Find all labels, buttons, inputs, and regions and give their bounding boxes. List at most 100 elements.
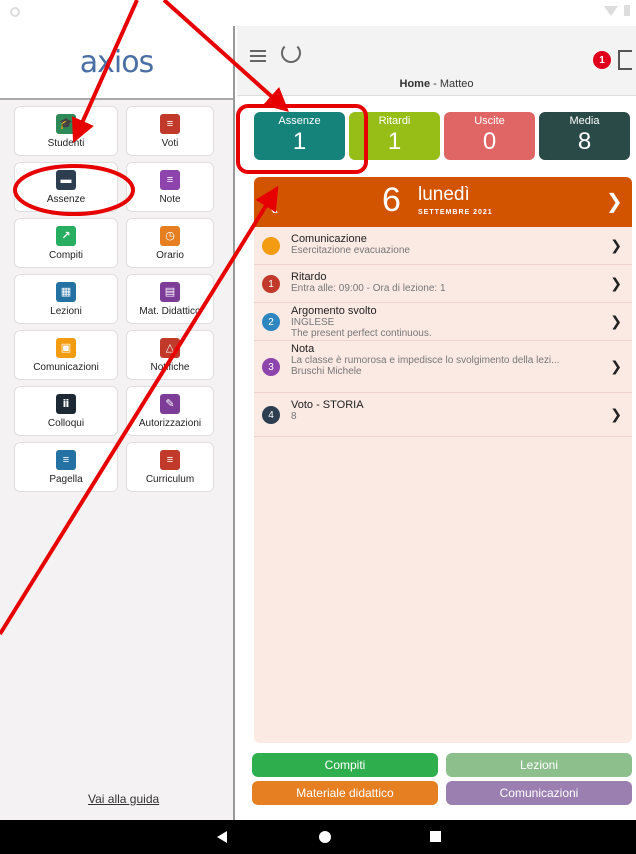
main-panel: 1 Home - Matteo Assenze 1 Ritardi 1 Uscite 0 M… bbox=[237, 26, 636, 820]
back-icon[interactable] bbox=[217, 831, 227, 843]
menu-grid: 🎓 Studenti ≡ Voti ▬ Assenze ≡ Note ↗ Compiti ◷ Orar… bbox=[14, 106, 214, 492]
graduation-cap-icon: 🎓 bbox=[56, 113, 76, 134]
event-title: Voto - STORIA bbox=[291, 399, 364, 411]
tile-notifiche[interactable]: △ Notifiche bbox=[126, 330, 214, 380]
stat-card-assenze[interactable]: Assenze 1 bbox=[254, 112, 345, 160]
tile-label: Notifiche bbox=[150, 361, 190, 373]
tile-label: Assenze bbox=[46, 193, 86, 205]
tile-label: Compiti bbox=[49, 249, 83, 261]
event-title: Comunicazione bbox=[291, 233, 367, 245]
tile-orario[interactable]: ◷ Orario bbox=[126, 218, 214, 268]
tile-voti[interactable]: ≡ Voti bbox=[126, 106, 214, 156]
tile-mat-didattico[interactable]: ▤ Mat. Didattico bbox=[126, 274, 214, 324]
stat-card-ritardi[interactable]: Ritardi 1 bbox=[349, 112, 440, 160]
month-year: SETTEMBRE 2021 bbox=[418, 209, 493, 216]
notification-badge[interactable]: 1 bbox=[593, 51, 611, 69]
list-item[interactable]: 1 Ritardo Entra alle: 09:00 - Ora di lezio… bbox=[254, 265, 632, 303]
app-logo-text: axios bbox=[79, 44, 154, 80]
event-text: Nota La classe è rumorosa e impedisce lo … bbox=[291, 343, 611, 377]
event-detail: La classe è rumorosa e impedisce lo svol… bbox=[291, 355, 560, 366]
bottom-buttons: Compiti Lezioni Materiale didattico Comunic… bbox=[252, 753, 634, 805]
tile-label: Pagella bbox=[49, 473, 83, 485]
tile-assenze[interactable]: ▬ Assenze bbox=[14, 162, 118, 212]
next-day-button[interactable]: ❯ bbox=[606, 189, 623, 214]
curriculum-icon: ≡ bbox=[160, 449, 180, 470]
people-icon: ⅱ bbox=[56, 393, 76, 414]
chevron-right-icon: ❯ bbox=[610, 237, 622, 253]
page-title-section: Home bbox=[399, 78, 431, 90]
event-detail: Esercitazione evacuazione bbox=[291, 245, 410, 256]
prev-day-button[interactable]: ❮ bbox=[264, 189, 281, 214]
event-title: Ritardo bbox=[291, 271, 327, 283]
events-list: Comunicazione Esercitazione evacuazione ❯ 1… bbox=[254, 227, 632, 743]
chevron-right-icon: ❯ bbox=[610, 275, 622, 291]
battery-icon bbox=[624, 5, 630, 16]
menu-icon[interactable] bbox=[250, 50, 266, 62]
page-title: Home - Matteo bbox=[237, 78, 636, 90]
tile-studenti[interactable]: 🎓 Studenti bbox=[14, 106, 118, 156]
event-text: Argomento svolto INGLESE The present perfe… bbox=[291, 305, 611, 339]
tile-curriculum[interactable]: ≡ Curriculum bbox=[126, 442, 214, 492]
lezioni-button[interactable]: Lezioni bbox=[446, 753, 632, 777]
list-item[interactable]: Comunicazione Esercitazione evacuazione ❯ bbox=[254, 227, 632, 265]
tile-label: Colloqui bbox=[47, 417, 85, 429]
chevron-right-icon: ❯ bbox=[610, 406, 622, 422]
top-bar: 1 Home - Matteo bbox=[237, 26, 636, 96]
stat-label: Media bbox=[569, 115, 600, 127]
comunicazioni-button[interactable]: Comunicazioni bbox=[446, 781, 632, 805]
guide-link[interactable]: Vai alla guida bbox=[88, 792, 159, 806]
home-icon[interactable] bbox=[319, 831, 331, 843]
signature-icon: ✎ bbox=[160, 393, 180, 414]
tile-colloqui[interactable]: ⅱ Colloqui bbox=[14, 386, 118, 436]
day-name: lunedì bbox=[418, 184, 470, 205]
stat-value: 1 bbox=[387, 128, 402, 155]
tile-autorizzazioni[interactable]: ✎ Autorizzazioni bbox=[126, 386, 214, 436]
stat-value: 0 bbox=[482, 128, 497, 155]
stat-label: Ritardi bbox=[378, 115, 411, 127]
list-item[interactable]: 3 Nota La classe è rumorosa e impedisce lo… bbox=[254, 341, 632, 393]
stat-label: Assenze bbox=[278, 115, 321, 127]
tile-label: Comunicazioni bbox=[33, 361, 99, 373]
stats-row: Assenze 1 Ritardi 1 Uscite 0 Media 8 bbox=[254, 112, 634, 160]
recent-apps-icon[interactable] bbox=[430, 831, 441, 842]
tile-label: Mat. Didattico bbox=[139, 305, 201, 317]
tile-label: Note bbox=[159, 193, 181, 205]
bed-icon: ▬ bbox=[56, 169, 76, 190]
event-badge: 1 bbox=[262, 275, 280, 293]
tile-label: Autorizzazioni bbox=[138, 417, 202, 429]
tile-compiti[interactable]: ↗ Compiti bbox=[14, 218, 118, 268]
document-icon: ▣ bbox=[56, 337, 76, 358]
status-bar bbox=[0, 0, 636, 26]
sidebar: axios 🎓 Studenti ≡ Voti ▬ Assenze ≡ Note ↗ Compit… bbox=[0, 26, 235, 820]
event-detail-2: The present perfect continuous. bbox=[291, 328, 432, 339]
event-text: Comunicazione Esercitazione evacuazione bbox=[291, 233, 611, 256]
chevron-right-icon: ❯ bbox=[610, 358, 622, 374]
notebook-icon: ≡ bbox=[160, 113, 180, 134]
wifi-icon bbox=[604, 5, 618, 16]
stat-card-media[interactable]: Media 8 bbox=[539, 112, 630, 160]
classroom-icon: ▦ bbox=[56, 281, 76, 302]
tile-comunicazioni[interactable]: ▣ Comunicazioni bbox=[14, 330, 118, 380]
tile-lezioni[interactable]: ▦ Lezioni bbox=[14, 274, 118, 324]
bell-icon: △ bbox=[160, 337, 180, 358]
tile-pagella[interactable]: ≡ Pagella bbox=[14, 442, 118, 492]
event-detail: 8 bbox=[291, 411, 297, 422]
page-title-user: - Matteo bbox=[430, 78, 474, 90]
app-logo: axios bbox=[0, 26, 233, 98]
tile-label: Curriculum bbox=[145, 473, 195, 485]
event-badge: 4 bbox=[262, 406, 280, 424]
event-badge: 3 bbox=[262, 358, 280, 376]
list-item[interactable]: 4 Voto - STORIA 8 ❯ bbox=[254, 393, 632, 437]
tile-note[interactable]: ≡ Note bbox=[126, 162, 214, 212]
books-icon: ▤ bbox=[160, 281, 180, 302]
tile-label: Lezioni bbox=[50, 305, 82, 317]
materiale-didattico-button[interactable]: Materiale didattico bbox=[252, 781, 438, 805]
tile-label: Studenti bbox=[47, 137, 85, 149]
stat-value: 8 bbox=[577, 128, 592, 155]
logout-icon[interactable] bbox=[618, 50, 632, 70]
stat-card-uscite[interactable]: Uscite 0 bbox=[444, 112, 535, 160]
date-navigator: ❮ 6 lunedì SETTEMBRE 2021 ❯ bbox=[254, 177, 632, 227]
refresh-icon[interactable] bbox=[281, 43, 301, 63]
list-item[interactable]: 2 Argomento svolto INGLESE The present perf… bbox=[254, 303, 632, 341]
compiti-button[interactable]: Compiti bbox=[252, 753, 438, 777]
